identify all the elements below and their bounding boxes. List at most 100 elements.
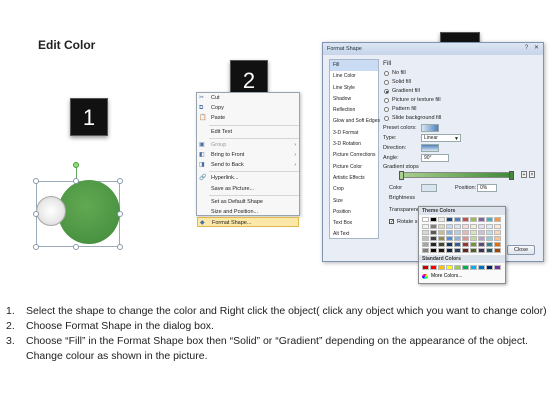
color-swatch[interactable]	[470, 265, 477, 270]
menu-item[interactable]: Save as Picture...	[197, 184, 299, 194]
menu-item[interactable]: ▣ Group ›	[197, 140, 299, 150]
color-swatch[interactable]	[478, 230, 485, 235]
category-item[interactable]: Picture Color	[330, 162, 378, 173]
color-swatch[interactable]	[454, 224, 461, 229]
radio-button[interactable]	[384, 107, 389, 112]
color-swatch[interactable]	[470, 242, 477, 247]
color-swatch[interactable]	[446, 224, 453, 229]
close-icon[interactable]: ✕	[532, 45, 541, 52]
category-item[interactable]: Line Style	[330, 83, 378, 94]
color-swatch[interactable]	[438, 224, 445, 229]
color-swatch[interactable]	[462, 265, 469, 270]
color-swatch[interactable]	[430, 248, 437, 253]
color-swatch[interactable]	[470, 230, 477, 235]
color-swatch[interactable]	[454, 248, 461, 253]
fill-option[interactable]: Pattern fill	[383, 105, 539, 114]
fill-option[interactable]: Slide background fill	[383, 114, 539, 123]
color-swatch[interactable]	[438, 230, 445, 235]
color-swatch[interactable]	[478, 217, 485, 222]
color-swatch[interactable]	[422, 230, 429, 235]
resize-handle-tl[interactable]	[33, 178, 39, 184]
color-swatch[interactable]	[430, 265, 437, 270]
fill-option[interactable]: Picture or texture fill	[383, 96, 539, 105]
color-swatch[interactable]	[462, 248, 469, 253]
gradient-stops-bar[interactable]	[401, 172, 511, 178]
color-swatch[interactable]	[470, 236, 477, 241]
color-swatch[interactable]	[486, 242, 493, 247]
color-swatch[interactable]	[454, 236, 461, 241]
color-swatch[interactable]	[438, 265, 445, 270]
color-swatch[interactable]	[462, 236, 469, 241]
color-swatch[interactable]	[446, 242, 453, 247]
direction-dropdown[interactable]	[421, 144, 439, 152]
category-item[interactable]: Fill	[330, 60, 378, 72]
category-item[interactable]: Reflection	[330, 105, 378, 116]
menu-item[interactable]: ◧ Bring to Front ›	[197, 150, 299, 160]
color-swatch[interactable]	[470, 248, 477, 253]
resize-handle-l[interactable]	[33, 211, 39, 217]
category-item[interactable]: Artistic Effects	[330, 173, 378, 184]
gradient-stop-handle-end[interactable]	[509, 171, 514, 180]
more-colors-item[interactable]: More Colors...	[419, 272, 505, 281]
category-item[interactable]: Size	[330, 196, 378, 207]
color-swatch[interactable]	[454, 217, 461, 222]
color-swatch[interactable]	[478, 248, 485, 253]
menu-item[interactable]: ◨ Send to Back ›	[197, 160, 299, 170]
category-item[interactable]: Crop	[330, 184, 378, 195]
radio-button[interactable]	[384, 71, 389, 76]
position-input[interactable]: 0%	[477, 184, 497, 192]
category-item[interactable]: Position	[330, 207, 378, 218]
color-swatch[interactable]	[478, 242, 485, 247]
category-item[interactable]: Line Color	[330, 71, 378, 82]
color-swatch[interactable]	[478, 236, 485, 241]
resize-handle-br[interactable]	[117, 244, 123, 250]
color-swatch[interactable]	[454, 230, 461, 235]
color-swatch[interactable]	[478, 224, 485, 229]
color-swatch[interactable]	[438, 217, 445, 222]
color-swatch[interactable]	[422, 265, 429, 270]
fill-option[interactable]: No fill	[383, 69, 539, 78]
color-swatch[interactable]	[494, 230, 501, 235]
resize-handle-tr[interactable]	[117, 178, 123, 184]
color-swatch[interactable]	[454, 265, 461, 270]
gradient-stop-handle-start[interactable]	[399, 171, 404, 180]
radio-button[interactable]	[384, 80, 389, 85]
rotation-handle[interactable]	[73, 162, 79, 168]
radio-button[interactable]	[384, 116, 389, 121]
color-swatch[interactable]	[430, 236, 437, 241]
menu-item[interactable]: Size and Position...	[197, 207, 299, 217]
color-swatch[interactable]	[422, 217, 429, 222]
color-swatch[interactable]	[486, 224, 493, 229]
white-circle-shape[interactable]	[36, 196, 66, 226]
resize-handle-bl[interactable]	[33, 244, 39, 250]
angle-input[interactable]: 90°	[421, 154, 449, 162]
color-swatch[interactable]	[430, 242, 437, 247]
color-swatch[interactable]	[438, 248, 445, 253]
add-stop-icon[interactable]: +	[521, 171, 527, 178]
menu-item[interactable]: Edit Text	[197, 127, 299, 137]
color-swatch[interactable]	[446, 230, 453, 235]
category-item[interactable]: 3-D Rotation	[330, 139, 378, 150]
category-item[interactable]: Picture Corrections	[330, 150, 378, 161]
menu-item[interactable]: ⧉ Copy	[197, 103, 299, 113]
color-swatch[interactable]	[454, 242, 461, 247]
color-picker-button[interactable]	[421, 184, 437, 192]
menu-item[interactable]: Set as Default Shape	[197, 197, 299, 207]
resize-handle-b[interactable]	[73, 244, 79, 250]
color-swatch[interactable]	[446, 217, 453, 222]
color-swatch[interactable]	[478, 265, 485, 270]
preset-colors-dropdown[interactable]	[421, 124, 439, 132]
fill-option[interactable]: Solid fill	[383, 78, 539, 87]
help-icon[interactable]: ?	[522, 45, 531, 52]
color-swatch[interactable]	[438, 236, 445, 241]
radio-button[interactable]	[384, 89, 389, 94]
remove-stop-icon[interactable]: ×	[529, 171, 535, 178]
color-swatch[interactable]	[430, 230, 437, 235]
color-swatch[interactable]	[430, 217, 437, 222]
close-button[interactable]: Close	[507, 245, 535, 255]
category-item[interactable]: Alt Text	[330, 229, 378, 240]
color-swatch[interactable]	[494, 224, 501, 229]
color-swatch[interactable]	[446, 236, 453, 241]
category-item[interactable]: 3-D Format	[330, 128, 378, 139]
color-swatch[interactable]	[470, 224, 477, 229]
